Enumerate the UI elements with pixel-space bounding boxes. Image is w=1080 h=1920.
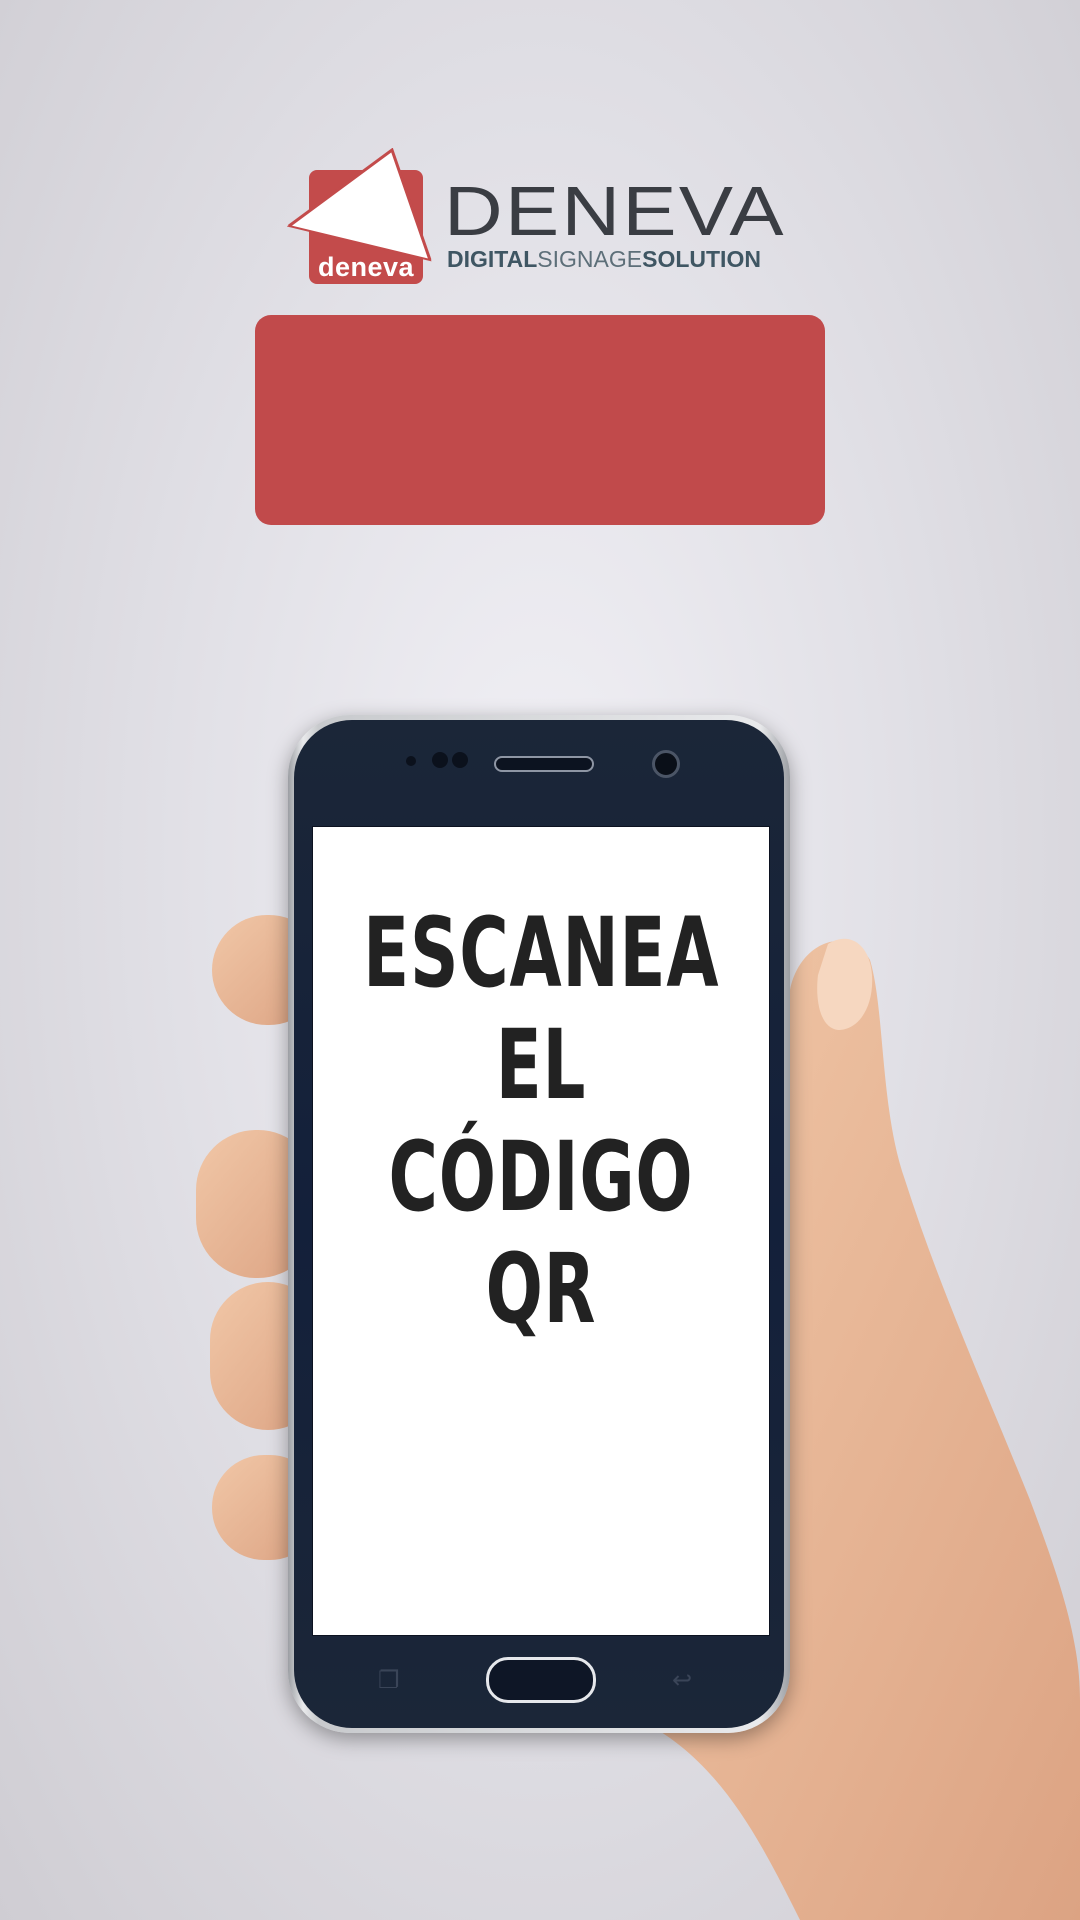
deneva-logo: deneva DENEVA DIGITALSIGNAGESOLUTION [287, 148, 784, 288]
screen-title-line-2: CÓDIGO QR [388, 1121, 694, 1345]
logo-tagline: DIGITALSIGNAGESOLUTION [447, 248, 761, 271]
earpiece-speaker [494, 756, 594, 772]
logo-mark: deneva [287, 148, 432, 288]
screen-title: ESCANEA EL CÓDIGO QR [363, 897, 719, 1345]
screen-title-line-1: ESCANEA EL [363, 897, 720, 1121]
red-banner [255, 315, 825, 525]
phone-body: ESCANEA EL CÓDIGO QR ❐ ↩ [294, 720, 784, 1728]
tagline-signage: SIGNAGE [537, 246, 643, 272]
phone-screen: ESCANEA EL CÓDIGO QR [312, 826, 770, 1636]
front-camera-icon [652, 750, 680, 778]
smartphone: ESCANEA EL CÓDIGO QR ❐ ↩ [288, 715, 790, 1733]
recent-apps-icon: ❐ [378, 1667, 400, 1694]
sensor-icon [406, 756, 416, 766]
tagline-solution: SOLUTION [642, 246, 761, 272]
front-sensor-2-icon [452, 752, 468, 768]
signage-screen: deneva DENEVA DIGITALSIGNAGESOLUTION ESC… [0, 0, 1080, 1920]
home-button [486, 1657, 596, 1703]
tagline-digital: DIGITAL [447, 246, 538, 272]
front-sensor-icon [432, 752, 448, 768]
back-icon: ↩ [672, 1667, 693, 1694]
logo-mark-text: deneva [317, 252, 415, 282]
logo-brand-name: DENEVA [444, 172, 786, 250]
